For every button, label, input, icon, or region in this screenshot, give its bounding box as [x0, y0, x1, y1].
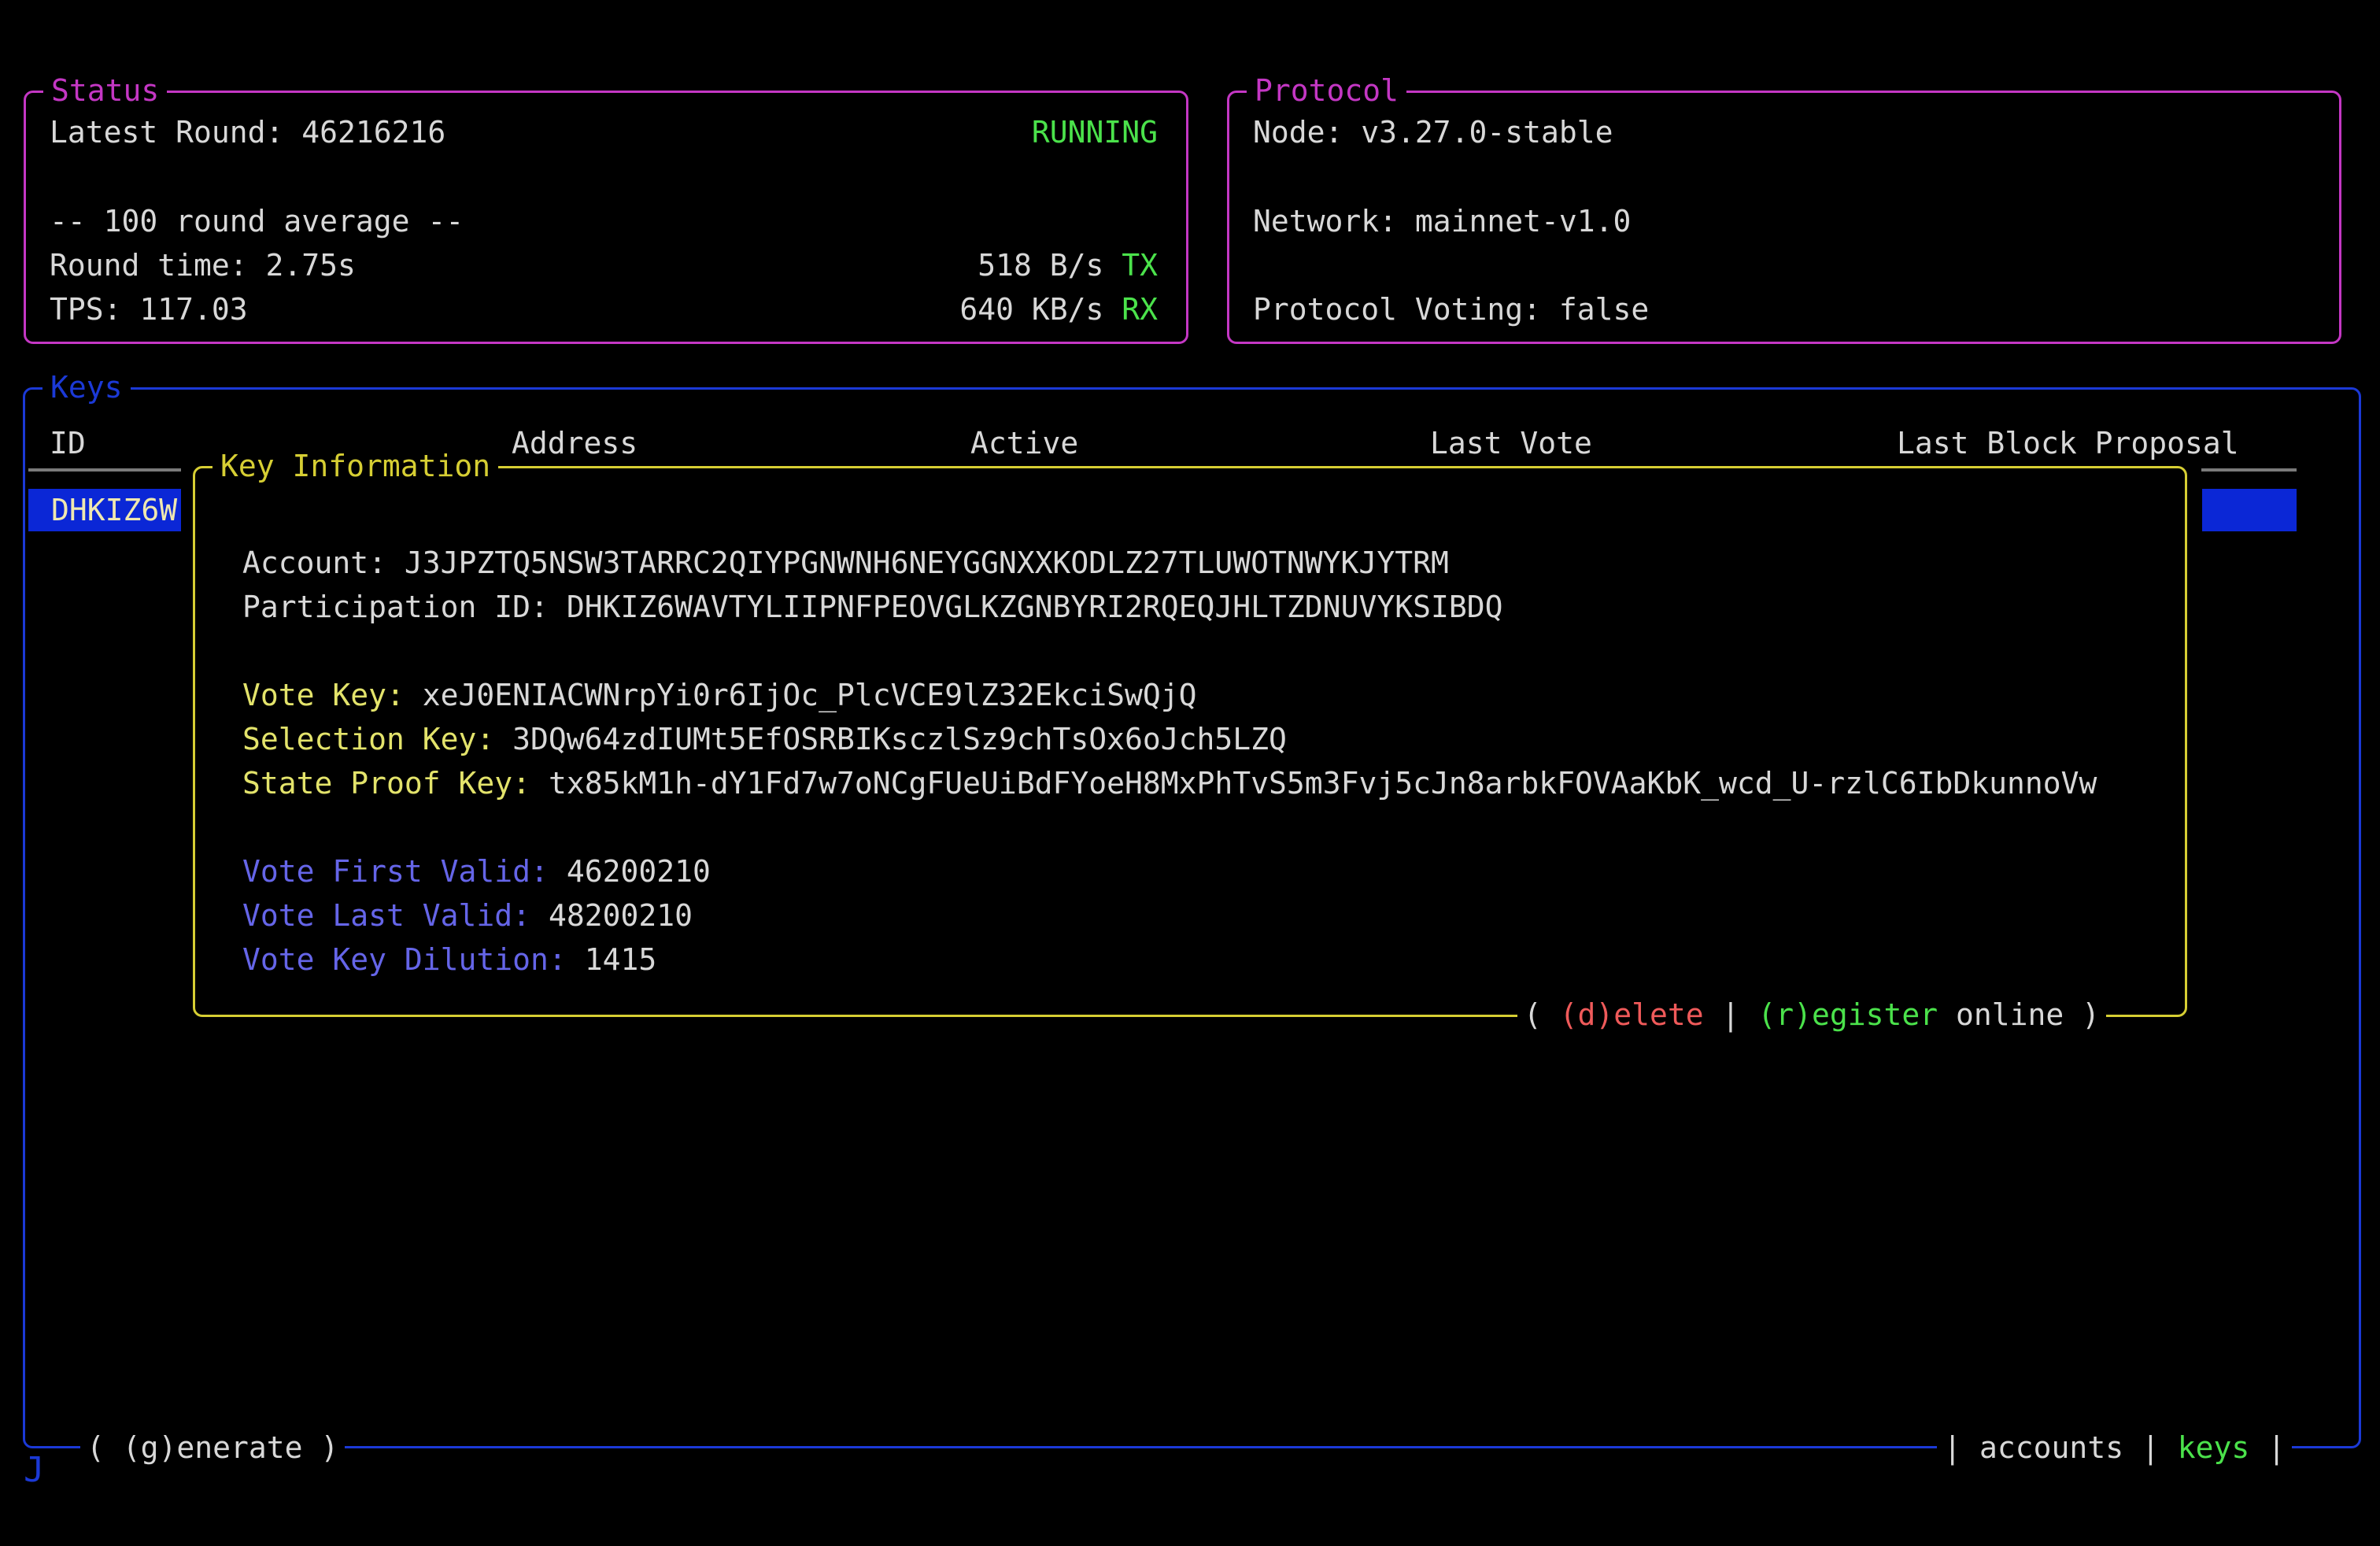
round-time-value: Round time: 2.75s — [50, 243, 356, 288]
rx-rate-value: 640 KB/s — [959, 292, 1122, 327]
key-information-modal-title: Key Information — [213, 444, 498, 489]
keys-panel-title: Keys — [42, 365, 131, 410]
state-proof-key-value: tx85kM1h-dY1Fd7w7oNCgFUeUiBdFYoeH8MxPhTv… — [549, 766, 2097, 801]
column-header-last-vote: Last Vote — [1430, 421, 1592, 466]
table-row-selected-id-cell[interactable]: DHKIZ6W — [28, 489, 181, 531]
vote-last-valid-label: Vote Last Valid: — [242, 898, 549, 933]
key-information-content: Account: J3JPZTQ5NSW3TARRC2QIYPGNWNH6NEY… — [242, 541, 2097, 982]
tps-value: TPS: 117.03 — [50, 287, 248, 332]
protocol-voting: Protocol Voting: false — [1253, 287, 1649, 332]
status-panel-title: Status — [43, 68, 167, 113]
terminal-screen: { "colors": { "background": "#000000", "… — [0, 0, 2380, 1546]
node-state-badge: RUNNING — [1032, 110, 1158, 155]
generate-button[interactable]: ( (g)enerate ) — [80, 1426, 345, 1470]
tabs-close-bar: | — [2249, 1430, 2286, 1465]
participation-id-value: DHKIZ6WAVTYLIIPNFPEOVGLKZGNBYRI2RQEQJHLT… — [567, 590, 1503, 624]
vote-key-dilution-value: 1415 — [585, 942, 657, 977]
state-proof-key-label: State Proof Key: — [242, 766, 549, 801]
tab-accounts[interactable]: accounts — [1979, 1430, 2123, 1465]
round-average-header: -- 100 round average -- — [50, 199, 464, 244]
vote-key-label: Vote Key: — [242, 678, 423, 712]
blank-line — [242, 805, 2097, 849]
column-header-id: ID — [50, 421, 86, 466]
column-header-last-block-proposal: Last Block Proposal — [1897, 421, 2239, 466]
vote-first-valid-line: Vote First Valid: 46200210 — [242, 849, 2097, 893]
key-information-modal: Key Information Account: J3JPZTQ5NSW3TAR… — [193, 466, 2187, 1017]
participation-id-label: Participation ID: — [242, 590, 567, 624]
tabs-open-bar: | — [1943, 1430, 1979, 1465]
network-name: Network: mainnet-v1.0 — [1253, 199, 1631, 244]
register-online-button[interactable]: (r)egister — [1757, 997, 1938, 1032]
tx-rate: 518 B/s TX — [978, 243, 1158, 288]
header-separator-left — [28, 468, 181, 472]
column-header-active: Active — [970, 421, 1078, 466]
vote-key-value: xeJ0ENIACWNrpYi0r6IjOc_PlcVCE9lZ32EkciSw… — [423, 678, 1197, 712]
account-value: J3JPZTQ5NSW3TARRC2QIYPGNWNH6NEYGGNXXKODL… — [405, 546, 1449, 580]
account-label: Account: — [242, 546, 405, 580]
delete-button[interactable]: (d)elete — [1560, 997, 1704, 1032]
vote-key-line: Vote Key: xeJ0ENIACWNrpYi0r6IjOc_PlcVCE9… — [242, 673, 2097, 717]
selection-key-label: Selection Key: — [242, 722, 512, 756]
tab-keys[interactable]: keys — [2178, 1430, 2250, 1465]
rx-label: RX — [1122, 292, 1158, 327]
status-panel: Status Latest Round: 46216216 RUNNING --… — [24, 91, 1188, 344]
header-separator-right — [2201, 468, 2297, 472]
latest-round-value: Latest Round: 46216216 — [50, 110, 445, 155]
view-tabs: | accounts | keys | — [1937, 1426, 2292, 1470]
protocol-panel: Protocol Node: v3.27.0-stable Network: m… — [1227, 91, 2341, 344]
vote-last-valid-line: Vote Last Valid: 48200210 — [242, 893, 2097, 938]
tabs-separator-bar: | — [2123, 1430, 2178, 1465]
column-header-address: Address — [512, 421, 638, 466]
selection-key-value: 3DQw64zdIUMt5EfOSRBIKsczlSz9chTsOx6oJch5… — [512, 722, 1287, 756]
node-version: Node: v3.27.0-stable — [1253, 110, 1613, 155]
protocol-panel-title: Protocol — [1247, 68, 1406, 113]
vote-first-valid-label: Vote First Valid: — [242, 854, 567, 889]
vote-key-dilution-label: Vote Key Dilution: — [242, 942, 585, 977]
modal-controls: ( (d)elete | (r)egister online ) — [1517, 993, 2106, 1037]
vote-first-valid-value: 46200210 — [567, 854, 711, 889]
panel-corner-glyph: J — [24, 1450, 45, 1490]
table-row-selected-right-cell[interactable] — [2202, 489, 2297, 531]
rx-rate: 640 KB/s RX — [959, 287, 1158, 332]
controls-open-paren: ( — [1524, 997, 1560, 1032]
account-line: Account: J3JPZTQ5NSW3TARRC2QIYPGNWNH6NEY… — [242, 541, 2097, 585]
controls-close-paren: online ) — [1938, 997, 2100, 1032]
blank-line — [242, 629, 2097, 673]
state-proof-key-line: State Proof Key: tx85kM1h-dY1Fd7w7oNCgFU… — [242, 761, 2097, 805]
vote-key-dilution-line: Vote Key Dilution: 1415 — [242, 938, 2097, 982]
participation-id-line: Participation ID: DHKIZ6WAVTYLIIPNFPEOVG… — [242, 585, 2097, 629]
selection-key-line: Selection Key: 3DQw64zdIUMt5EfOSRBIKsczl… — [242, 717, 2097, 761]
vote-last-valid-value: 48200210 — [549, 898, 693, 933]
tx-rate-value: 518 B/s — [978, 248, 1122, 283]
tx-label: TX — [1122, 248, 1158, 283]
controls-separator-bar: | — [1704, 997, 1758, 1032]
